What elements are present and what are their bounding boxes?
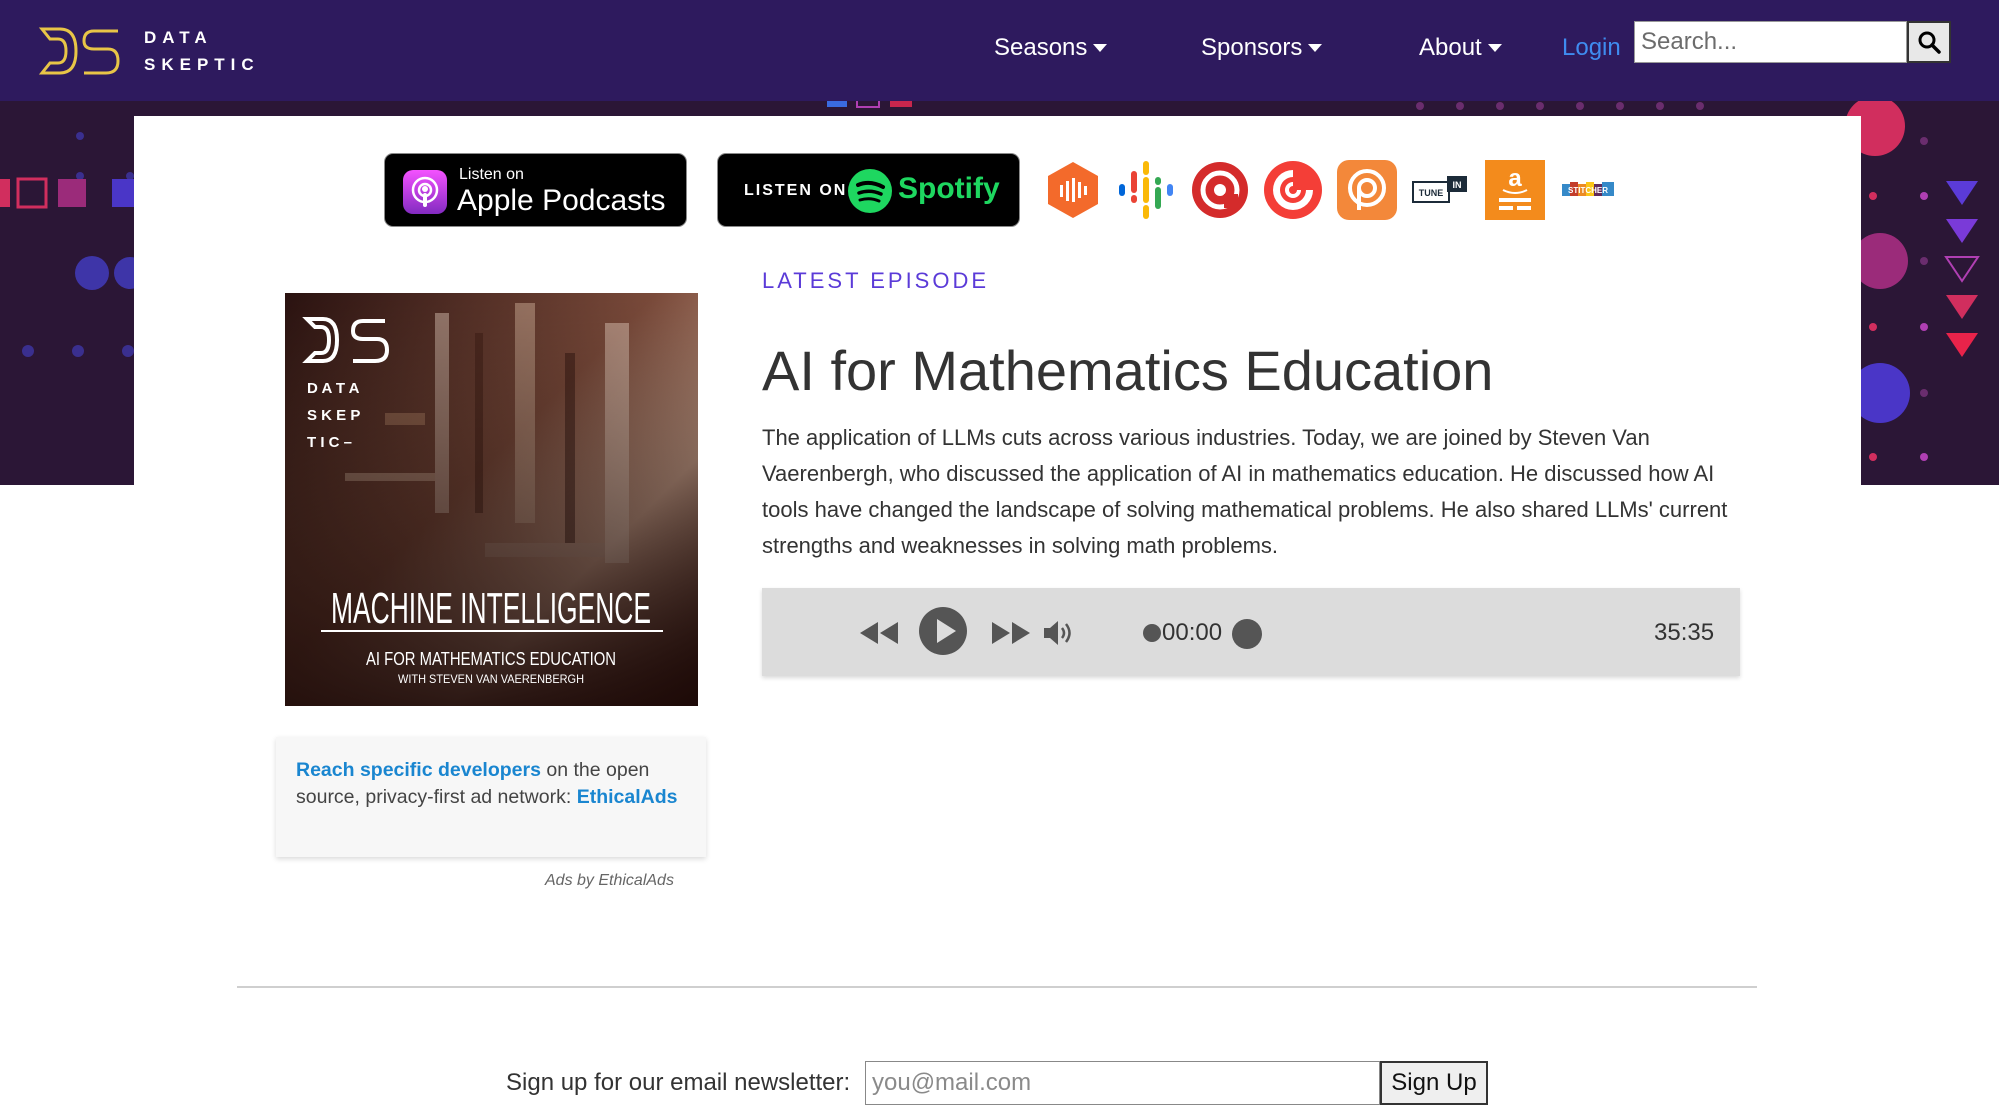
castbox-icon[interactable] bbox=[1043, 160, 1103, 220]
current-time: 00:00 bbox=[1162, 619, 1223, 646]
total-duration: 35:35 bbox=[1654, 619, 1715, 646]
cover-series-title: MACHINE INTELLIGENCE bbox=[331, 584, 651, 633]
episode-description: The application of LLMs cuts across vari… bbox=[762, 425, 1728, 558]
newsletter-email-input[interactable] bbox=[865, 1061, 1380, 1105]
tunein-icon[interactable]: TUNE IN bbox=[1411, 160, 1471, 220]
newsletter-signup-button[interactable]: Sign Up bbox=[1380, 1061, 1488, 1105]
section-divider bbox=[237, 986, 1757, 988]
brand-line-2: SKEPTIC bbox=[144, 55, 260, 74]
nav-about-label: About bbox=[1419, 34, 1482, 61]
stitcher-icon[interactable]: STITCHER bbox=[1558, 160, 1618, 220]
nav-sponsors-label: Sponsors bbox=[1201, 34, 1303, 61]
brand-logo-link[interactable]: DATA SKEPTIC bbox=[38, 24, 260, 78]
nav-seasons[interactable]: Seasons bbox=[994, 34, 1108, 62]
search-icon bbox=[1918, 31, 1941, 54]
caret-down-icon bbox=[1487, 44, 1502, 52]
google-podcasts-icon[interactable] bbox=[1116, 160, 1176, 220]
nav-about[interactable]: About bbox=[1419, 34, 1502, 62]
spotify-badge-prefix: LISTEN ON bbox=[744, 182, 848, 199]
ds-logo-icon bbox=[38, 27, 120, 75]
search-button[interactable] bbox=[1907, 21, 1951, 63]
latest-episode-label: LATEST EPISODE bbox=[762, 268, 990, 293]
svg-text:TUNE: TUNE bbox=[1419, 188, 1444, 198]
seek-start-knob[interactable] bbox=[1143, 624, 1161, 642]
rewind-icon[interactable] bbox=[858, 620, 900, 646]
episode-cover-art[interactable]: D A T A S K E P T I C – MACHINE INTELLIG… bbox=[285, 293, 698, 706]
play-icon[interactable] bbox=[918, 606, 968, 656]
fast-forward-icon[interactable] bbox=[990, 620, 1032, 646]
cover-brand-line-3: T I C – bbox=[307, 434, 352, 451]
brand-name: DATA SKEPTIC bbox=[144, 24, 260, 78]
newsletter-label: Sign up for our email newsletter: bbox=[506, 1069, 851, 1096]
spotify-badge[interactable]: LISTEN ON Spotify bbox=[717, 153, 1020, 227]
caret-down-icon bbox=[1308, 44, 1323, 52]
spotify-badge-name: Spotify bbox=[898, 172, 1000, 205]
ad-network-link[interactable]: EthicalAds bbox=[577, 786, 678, 808]
ad-attribution[interactable]: Ads by EthicalAds bbox=[545, 872, 674, 890]
cover-episode-title: AI FOR MATHEMATICS EDUCATION bbox=[366, 649, 616, 669]
ethical-ad-box: Reach specific developers on the open so… bbox=[276, 737, 706, 857]
nav-sponsors[interactable]: Sponsors bbox=[1201, 34, 1323, 62]
volume-icon[interactable] bbox=[1042, 619, 1074, 647]
svg-text:a: a bbox=[1508, 165, 1522, 192]
seek-thumb[interactable] bbox=[1232, 619, 1262, 649]
apple-podcasts-badge[interactable]: Listen on Apple Podcasts bbox=[384, 153, 687, 227]
brand-line-1: DATA bbox=[144, 28, 213, 47]
podcast-addict-icon[interactable] bbox=[1337, 160, 1397, 220]
audio-player bbox=[762, 588, 1740, 676]
login-link[interactable]: Login bbox=[1562, 34, 1621, 62]
cover-guest: WITH STEVEN VAN VAERENBERGH bbox=[398, 672, 584, 686]
castro-icon[interactable] bbox=[1190, 160, 1250, 220]
caret-down-icon bbox=[1093, 44, 1108, 52]
ad-link[interactable]: Reach specific developers bbox=[296, 759, 541, 781]
spotify-icon bbox=[848, 169, 892, 213]
top-navbar: DATA SKEPTIC Seasons Sponsors About Logi… bbox=[0, 0, 1999, 101]
apple-podcasts-icon bbox=[403, 170, 447, 214]
nav-seasons-label: Seasons bbox=[994, 34, 1088, 61]
svg-text:STITCHER: STITCHER bbox=[1568, 186, 1608, 195]
cover-image: D A T A S K E P T I C – MACHINE INTELLIG… bbox=[285, 293, 698, 706]
apple-badge-line2: Apple Podcasts bbox=[457, 184, 666, 217]
apple-badge-line1: Listen on bbox=[459, 166, 524, 183]
pocket-casts-icon[interactable] bbox=[1263, 160, 1323, 220]
search-input[interactable] bbox=[1634, 21, 1907, 63]
amazon-music-icon[interactable]: a bbox=[1485, 160, 1545, 220]
svg-text:IN: IN bbox=[1453, 180, 1462, 190]
episode-title[interactable]: AI for Mathematics Education bbox=[762, 338, 1493, 403]
cover-brand-line-1: D A T A bbox=[307, 380, 360, 397]
cover-brand-line-2: S K E P bbox=[307, 407, 360, 424]
